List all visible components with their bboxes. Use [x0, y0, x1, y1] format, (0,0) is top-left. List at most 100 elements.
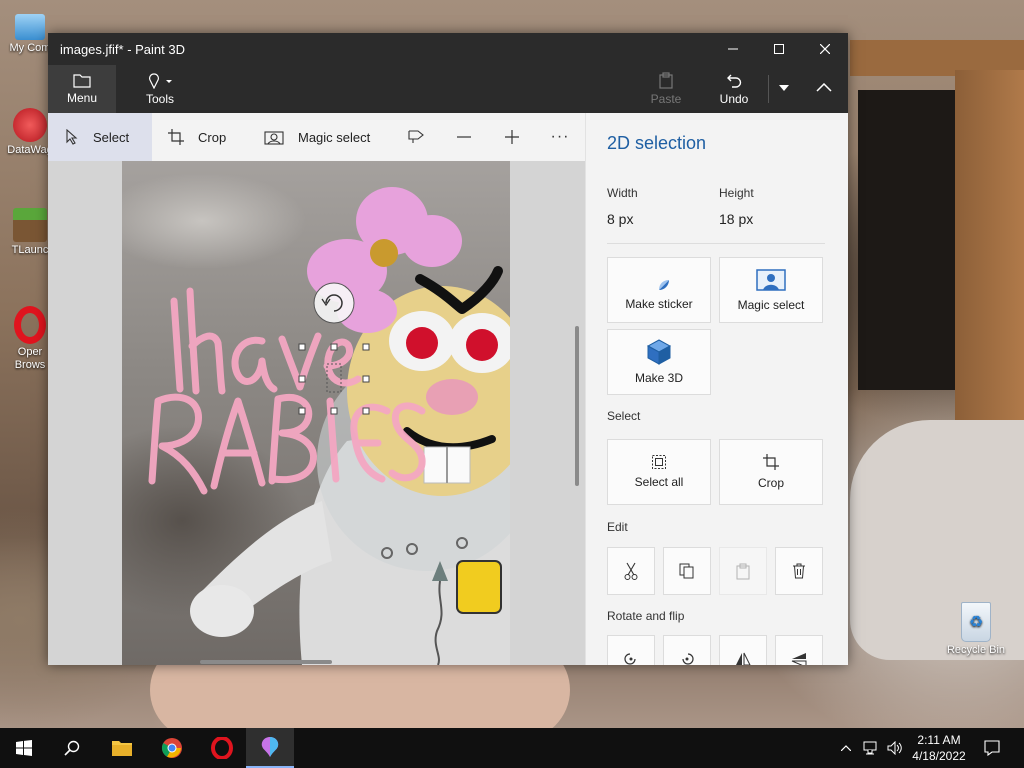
opera-icon	[211, 737, 233, 759]
taskbar-clock[interactable]: 2:11 AM 4/18/2022	[904, 732, 974, 764]
make-3d-label: Make 3D	[634, 371, 684, 385]
canvas-area[interactable]	[48, 161, 585, 665]
flip-horizontal-button[interactable]	[719, 635, 767, 665]
panel-title: 2D selection	[607, 133, 707, 153]
ribbon-separator	[768, 75, 769, 103]
crop-panel-button[interactable]: Crop	[719, 439, 823, 505]
undo-label: Undo	[719, 91, 749, 106]
ribbon: Menu Tools Paste Undo	[48, 65, 848, 113]
start-button[interactable]	[0, 728, 48, 768]
notification-icon	[984, 740, 1000, 756]
collapse-ribbon-button[interactable]	[804, 65, 844, 113]
select-tool-label: Select	[93, 129, 130, 145]
magic-select-tool-label: Magic select	[298, 129, 371, 145]
copy-icon	[679, 563, 694, 579]
close-button[interactable]	[802, 33, 848, 65]
crop-tool-label: Crop	[198, 129, 227, 145]
minus-icon	[457, 136, 471, 138]
cut-button[interactable]	[607, 547, 655, 595]
wallpaper-column	[955, 70, 1024, 450]
speaker-icon	[887, 741, 902, 755]
clock-date: 4/18/2022	[912, 749, 966, 763]
minimize-icon	[728, 48, 738, 50]
scissors-icon	[624, 562, 638, 580]
magic-select-icon	[264, 131, 284, 145]
search-button[interactable]	[48, 728, 96, 768]
cursor-icon	[66, 129, 78, 145]
history-dropdown-button[interactable]	[770, 65, 798, 113]
more-icon: ···	[550, 128, 570, 145]
edit-heading: Edit	[607, 520, 628, 534]
magic-select-panel-label: Magic select	[737, 298, 805, 312]
desktop-icon-recycle-bin[interactable]: ♻ Recycle Bin	[940, 602, 1012, 657]
free-select-button[interactable]	[396, 113, 436, 161]
select-all-label: Select all	[634, 475, 684, 489]
file-explorer-button[interactable]	[98, 728, 146, 768]
clock-time: 2:11 AM	[917, 733, 961, 747]
paste-icon	[659, 72, 673, 89]
undo-icon	[727, 74, 742, 88]
tools-button[interactable]: Tools	[128, 65, 192, 113]
cube-icon	[647, 339, 671, 365]
opera-button[interactable]	[198, 728, 246, 768]
plus-icon	[505, 130, 519, 144]
network-button[interactable]	[860, 728, 882, 768]
rotate-left-icon	[624, 653, 636, 665]
volume-button[interactable]	[884, 728, 906, 768]
make-sticker-label: Make sticker	[625, 297, 693, 311]
selection-toolbar: Select Crop Magic select ···	[48, 113, 585, 161]
folder-icon	[73, 74, 91, 88]
crop-icon	[168, 129, 184, 145]
minimize-button[interactable]	[710, 33, 756, 65]
title-bar[interactable]: images.jfif* - Paint 3D	[48, 33, 848, 65]
width-label: Width	[607, 186, 638, 200]
make-sticker-button[interactable]: Make sticker	[607, 257, 711, 323]
paste-icon	[736, 563, 750, 579]
magic-select-panel-button[interactable]: Magic select	[719, 257, 823, 323]
delete-button[interactable]	[775, 547, 823, 595]
maximize-icon	[774, 44, 784, 54]
select-all-button[interactable]: Select all	[607, 439, 711, 505]
rotate-right-button[interactable]	[663, 635, 711, 665]
select-tool-button[interactable]: Select	[48, 113, 152, 161]
chevron-up-icon	[816, 83, 832, 92]
menu-button[interactable]: Menu	[48, 65, 116, 113]
width-value[interactable]: 8 px	[607, 211, 633, 227]
magic-select-tool-button[interactable]: Magic select	[264, 113, 388, 161]
paint3d-icon	[261, 737, 279, 757]
paint3d-taskbar-button[interactable]	[246, 728, 294, 768]
chevron-down-icon	[779, 84, 789, 91]
copy-button[interactable]	[663, 547, 711, 595]
zoom-in-button[interactable]	[492, 113, 532, 161]
network-icon	[863, 741, 877, 755]
paste-panel-button[interactable]	[719, 547, 767, 595]
canvas-horizontal-scrollbar[interactable]	[200, 660, 332, 664]
zoom-out-button[interactable]	[444, 113, 484, 161]
wallpaper-fireplace	[858, 90, 958, 390]
opera-icon	[14, 306, 46, 344]
canvas-image[interactable]	[122, 161, 510, 665]
selection-panel: 2D selection Width 8 px Height 18 px Mak…	[585, 113, 848, 665]
action-center-button[interactable]	[978, 728, 1006, 768]
selection-overlay[interactable]	[122, 161, 510, 665]
rotate-right-icon	[682, 653, 694, 665]
show-hidden-icons-button[interactable]	[836, 728, 856, 768]
crop-tool-button[interactable]: Crop	[168, 113, 248, 161]
rotate-left-button[interactable]	[607, 635, 655, 665]
chrome-icon	[161, 738, 182, 758]
height-value[interactable]: 18 px	[719, 211, 753, 227]
canvas-vertical-scrollbar[interactable]	[575, 326, 579, 486]
paste-button[interactable]: Paste	[642, 65, 690, 113]
chrome-button[interactable]	[148, 728, 196, 768]
windows-logo-icon	[16, 740, 32, 756]
flip-vertical-button[interactable]	[775, 635, 823, 665]
magic-select-icon	[756, 269, 786, 291]
maximize-button[interactable]	[756, 33, 802, 65]
panel-divider	[607, 243, 825, 244]
menu-label: Menu	[66, 91, 98, 105]
more-options-button[interactable]: ···	[540, 113, 580, 161]
undo-button[interactable]: Undo	[710, 65, 758, 113]
folder-icon	[112, 741, 132, 756]
paint3d-window: images.jfif* - Paint 3D Menu Tools Paste…	[48, 33, 848, 665]
make-3d-button[interactable]: Make 3D	[607, 329, 711, 395]
